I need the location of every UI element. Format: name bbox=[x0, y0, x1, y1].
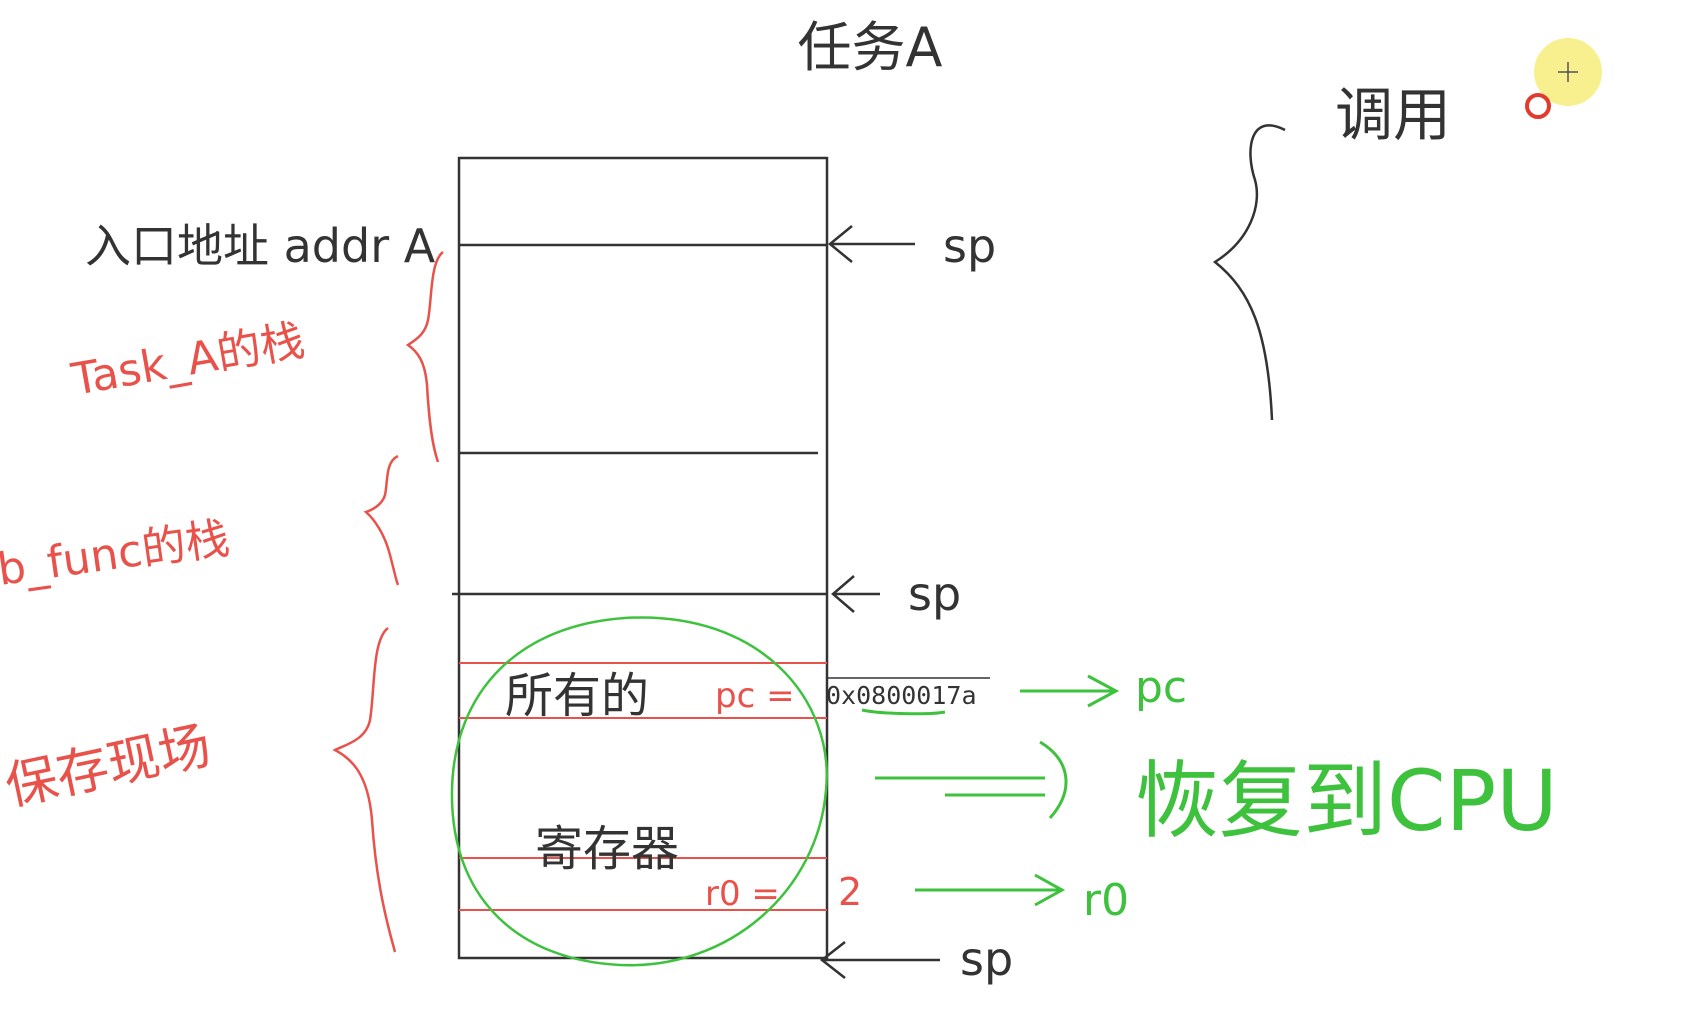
diagram-title: 任务A bbox=[798, 16, 943, 79]
entry-address-label: 入口地址 addr A bbox=[85, 219, 436, 273]
sp-arrow-top bbox=[828, 225, 915, 263]
save-context-brace bbox=[332, 627, 397, 953]
save-context-label: 保存现场 bbox=[0, 716, 216, 818]
cursor-dot-icon bbox=[1525, 93, 1551, 119]
pc-register-value: 0x0800017a bbox=[826, 681, 977, 710]
restore-arrow bbox=[875, 740, 1068, 819]
sp-label-bottom: sp bbox=[960, 932, 1013, 986]
r0-register-label: r0 = bbox=[705, 874, 780, 914]
pc-target-label: pc bbox=[1135, 662, 1187, 713]
restore-label: 恢复到CPU bbox=[1135, 752, 1558, 850]
func-stack-brace bbox=[363, 454, 400, 586]
sp-arrow-bottom bbox=[819, 941, 940, 979]
pc-register-label: pc = bbox=[715, 676, 795, 716]
sp-arrow-mid bbox=[831, 575, 880, 613]
task-stack-label: Task_A的栈 bbox=[67, 315, 308, 406]
whiteboard-canvas: 任务A 调用 入口地址 addr A sp sp sp Task_A的栈 b_f… bbox=[0, 0, 1708, 1029]
call-label: 调用 bbox=[1335, 81, 1451, 149]
r0-target-label: r0 bbox=[1083, 875, 1129, 926]
task-stack-brace bbox=[405, 251, 444, 463]
func-stack-label: b_func的栈 bbox=[0, 513, 233, 596]
registers-label: 寄存器 bbox=[535, 821, 679, 877]
all-label: 所有的 bbox=[505, 668, 649, 724]
sp-label-mid: sp bbox=[908, 567, 961, 621]
sp-label-top: sp bbox=[943, 219, 996, 273]
pc-value-underline-green bbox=[861, 708, 946, 716]
call-brace bbox=[1212, 124, 1286, 421]
r0-restore-arrow bbox=[915, 873, 1066, 907]
diagram-svg: 任务A 调用 入口地址 addr A sp sp sp Task_A的栈 b_f… bbox=[0, 16, 1602, 986]
r0-register-value: 2 bbox=[838, 870, 862, 914]
pc-restore-arrow bbox=[1020, 674, 1120, 708]
